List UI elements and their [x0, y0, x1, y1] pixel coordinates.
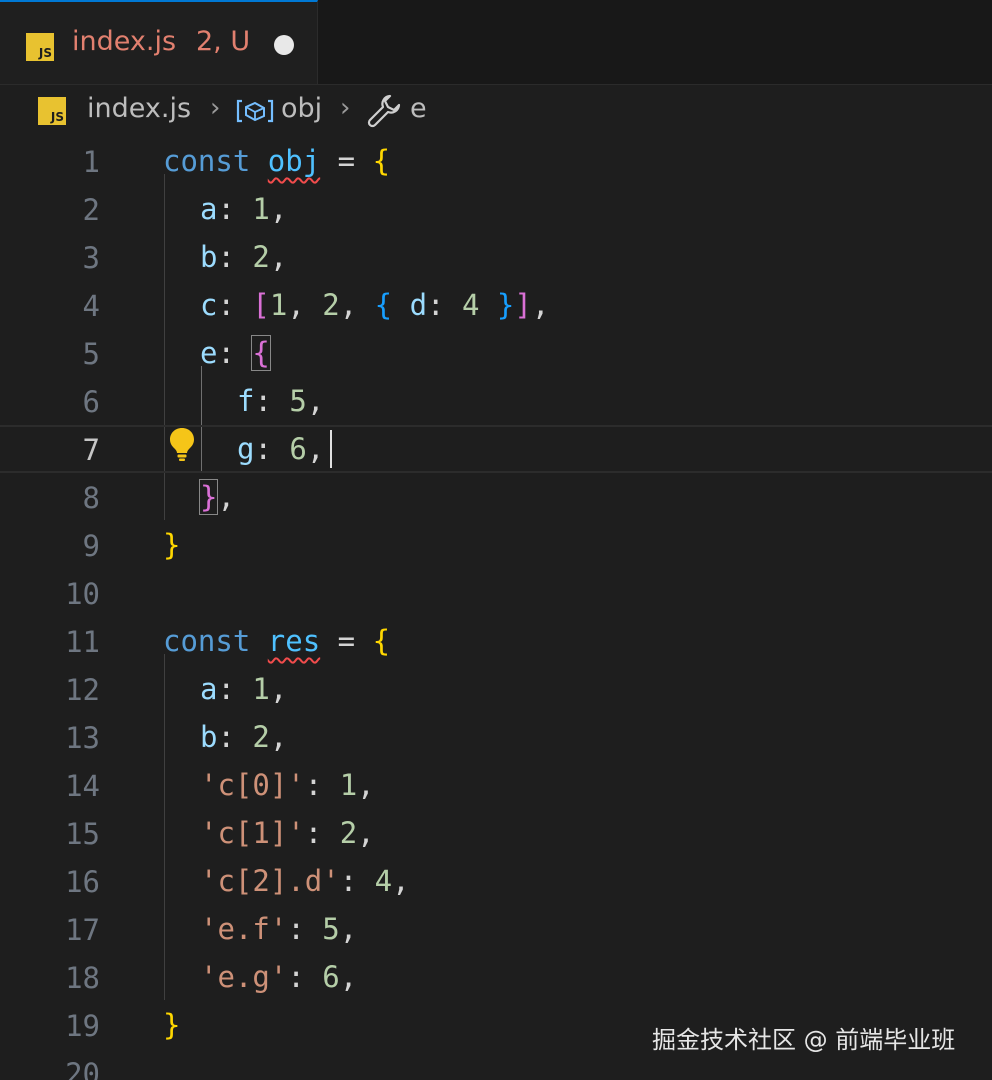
line-number: 16: [65, 865, 100, 899]
code-text: a: 1,: [200, 672, 288, 706]
line-number: 7: [82, 433, 100, 467]
line-number: 20: [65, 1057, 100, 1080]
tab-filename: index.js: [72, 26, 177, 57]
chevron-right-icon: ›: [340, 93, 351, 123]
code-line[interactable]: 14 'c[0]': 1,: [0, 761, 992, 809]
line-number: 12: [65, 673, 100, 707]
code-line[interactable]: 5 e: {: [0, 329, 992, 377]
line-number: 11: [65, 625, 100, 659]
code-text: 'c[0]': 1,: [200, 768, 375, 802]
wrench-property-icon: [367, 94, 401, 128]
line-number: 17: [65, 913, 100, 947]
code-text: c: [1, 2, { d: 4 }],: [200, 288, 550, 322]
code-line[interactable]: 18 'e.g': 6,: [0, 953, 992, 1001]
line-number: 18: [65, 961, 100, 995]
code-text: 'c[2].d': 4,: [200, 864, 410, 898]
code-line-current[interactable]: 7 g: 6,: [0, 425, 992, 473]
code-line[interactable]: 10: [0, 569, 992, 617]
code-line[interactable]: 9 }: [0, 521, 992, 569]
line-number: 13: [65, 721, 100, 755]
watermark: 掘金技术社区 @ 前端毕业班: [652, 1026, 956, 1054]
code-line[interactable]: 8 },: [0, 473, 992, 521]
code-line[interactable]: 11 const res = {: [0, 617, 992, 665]
line-number: 4: [82, 289, 100, 323]
code-text: 'c[1]': 2,: [200, 816, 375, 850]
line-number: 10: [65, 577, 100, 611]
line-number: 8: [82, 481, 100, 515]
line-number: 3: [82, 241, 100, 275]
lightbulb-code-action-icon[interactable]: [168, 426, 196, 462]
line-number: 14: [65, 769, 100, 803]
code-line[interactable]: 2 a: 1,: [0, 185, 992, 233]
line-number: 2: [82, 193, 100, 227]
code-text: g: 6,: [237, 432, 325, 466]
variable-symbol-icon: [236, 99, 274, 123]
chevron-right-icon: ›: [210, 93, 221, 123]
code-line[interactable]: 3 b: 2,: [0, 233, 992, 281]
code-line[interactable]: 12 a: 1,: [0, 665, 992, 713]
line-number: 1: [82, 145, 100, 179]
tab-bar: JS index.js 2, U: [0, 0, 992, 85]
tab-index-js[interactable]: JS index.js 2, U: [0, 0, 318, 84]
breadcrumb: JS index.js › obj › e: [0, 85, 992, 137]
code-line[interactable]: 4 c: [1, 2, { d: 4 }],: [0, 281, 992, 329]
line-number: 15: [65, 817, 100, 851]
code-line[interactable]: 15 'c[1]': 2,: [0, 809, 992, 857]
line-number: 9: [82, 529, 100, 563]
code-line[interactable]: 17 'e.f': 5,: [0, 905, 992, 953]
code-text: f: 5,: [237, 384, 325, 418]
tab-problem-status: 2, U: [196, 26, 251, 57]
unsaved-changes-dot-icon[interactable]: [274, 35, 294, 55]
code-text: b: 2,: [200, 720, 288, 754]
text-cursor: [330, 430, 332, 468]
code-line[interactable]: 16 'c[2].d': 4,: [0, 857, 992, 905]
code-text: 'e.f': 5,: [200, 912, 358, 946]
code-text: const res = {: [163, 624, 391, 658]
code-text: const obj = {: [163, 144, 391, 178]
code-text: b: 2,: [200, 240, 288, 274]
error-squiggle: obj: [267, 144, 321, 178]
code-text: },: [198, 479, 235, 515]
code-text: }: [163, 1008, 181, 1042]
breadcrumb-property[interactable]: e: [410, 93, 427, 124]
code-text: }: [163, 528, 181, 562]
breadcrumb-file[interactable]: index.js: [87, 93, 191, 124]
code-line[interactable]: 6 f: 5,: [0, 377, 992, 425]
javascript-file-icon: JS: [26, 33, 54, 61]
code-text: 'e.g': 6,: [200, 960, 358, 994]
code-line[interactable]: 13 b: 2,: [0, 713, 992, 761]
code-text: a: 1,: [200, 192, 288, 226]
bracket-match-highlight: }: [198, 479, 219, 515]
bracket-match-highlight: {: [251, 335, 271, 371]
breadcrumb-symbol[interactable]: obj: [281, 93, 322, 124]
line-number: 5: [82, 337, 100, 371]
code-line[interactable]: 1 const obj = {: [0, 137, 992, 185]
javascript-file-icon: JS: [38, 97, 66, 125]
error-squiggle: res: [267, 624, 321, 658]
line-number: 6: [82, 385, 100, 419]
code-text: e: {: [200, 335, 271, 371]
code-editor[interactable]: 1 const obj = { 2 a: 1, 3 b: 2, 4 c: [1,…: [0, 137, 992, 1080]
line-number: 19: [65, 1009, 100, 1043]
